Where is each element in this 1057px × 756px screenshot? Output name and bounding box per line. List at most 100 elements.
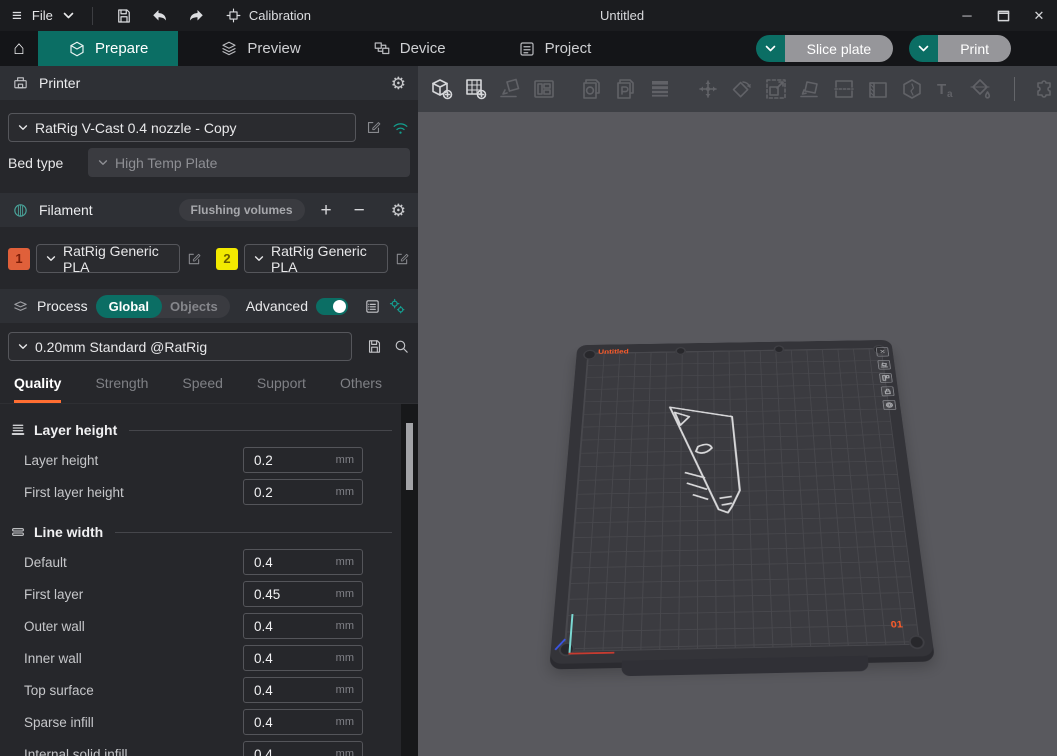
param-unit: mm — [336, 486, 354, 498]
bed-type-dropdown[interactable]: High Temp Plate — [88, 148, 410, 177]
line-width-default-input[interactable]: 0.4 mm — [243, 549, 363, 575]
assembly-view-button[interactable] — [1030, 76, 1057, 103]
slice-plate-button[interactable]: Slice plate — [785, 35, 894, 62]
tab-label: Project — [545, 40, 592, 57]
edit-filament-2-icon[interactable] — [394, 251, 410, 267]
arrange-button[interactable] — [530, 76, 557, 103]
filament-2-badge[interactable]: 2 — [216, 248, 238, 270]
filament-2-dropdown[interactable]: RatRig Generic PLA — [244, 244, 388, 273]
tab-quality[interactable]: Quality — [14, 375, 61, 403]
ratrig-logo-model[interactable] — [659, 400, 765, 522]
minimize-button[interactable]: ─ — [949, 0, 985, 31]
line-width-inner-wall-input[interactable]: 0.4 mm — [243, 645, 363, 671]
svg-text:T: T — [937, 81, 946, 98]
slice-options-dropdown[interactable] — [756, 35, 785, 62]
split-to-objects-icon — [580, 77, 604, 101]
maximize-icon — [997, 10, 1010, 22]
split-to-parts-button[interactable] — [612, 76, 639, 103]
tab-device[interactable]: Device — [343, 31, 476, 66]
tab-strength[interactable]: Strength — [95, 375, 148, 403]
close-button[interactable]: ✕ — [1021, 0, 1057, 31]
redo-button[interactable] — [183, 5, 209, 27]
support-paint-icon — [866, 77, 890, 101]
filament-1-dropdown[interactable]: RatRig Generic PLA — [36, 244, 180, 273]
chevron-down-icon[interactable] — [63, 12, 74, 19]
edit-filament-1-icon[interactable] — [186, 251, 202, 267]
menu-icon[interactable]: ≡ — [12, 7, 22, 24]
line-width-top-surface-input[interactable]: 0.4 mm — [243, 677, 363, 703]
param-label: First layer — [0, 587, 243, 602]
split-to-objects-button[interactable] — [578, 76, 605, 103]
save-button[interactable] — [111, 5, 137, 27]
scale-button[interactable] — [762, 76, 789, 103]
tab-preview[interactable]: Preview — [190, 31, 330, 66]
printer-preset-value: RatRig V-Cast 0.4 nozzle - Copy — [35, 120, 237, 136]
lock-plate-icon[interactable] — [881, 386, 895, 396]
preset-list-icon[interactable] — [364, 298, 381, 315]
flatten-button[interactable] — [796, 76, 823, 103]
line-width-outer-wall-input[interactable]: 0.4 mm — [243, 613, 363, 639]
home-button[interactable]: ⌂ — [0, 31, 38, 66]
color-paint-button[interactable] — [966, 76, 993, 103]
add-filament-button[interactable]: + — [315, 201, 338, 220]
remove-filament-button[interactable]: − — [348, 201, 371, 220]
line-width-internal-solid-infill-input[interactable]: 0.4 mm — [243, 741, 363, 756]
maximize-button[interactable] — [985, 0, 1021, 31]
search-settings-icon[interactable] — [393, 338, 410, 355]
edit-printer-icon[interactable] — [365, 119, 382, 136]
add-button[interactable] — [428, 76, 455, 103]
tab-project[interactable]: Project — [488, 31, 622, 66]
assembly-view-icon — [1032, 77, 1056, 101]
first-layer-height-input[interactable]: 0.2 mm — [243, 479, 363, 505]
printer-section-header: Printer ⚙ — [0, 66, 418, 100]
print-options-dropdown[interactable] — [909, 35, 938, 62]
scope-objects-button[interactable]: Objects — [162, 295, 230, 318]
move-button[interactable] — [694, 76, 721, 103]
redo-icon — [187, 8, 205, 24]
flushing-volumes-button[interactable]: Flushing volumes — [179, 199, 305, 221]
delete-plate-icon[interactable]: ✕ — [876, 347, 889, 356]
tab-prepare[interactable]: Prepare — [38, 31, 178, 66]
process-icon — [12, 298, 29, 315]
file-menu[interactable]: File — [32, 8, 53, 23]
arrange-plate-icon[interactable] — [879, 373, 893, 383]
advanced-toggle[interactable] — [316, 298, 348, 315]
print-button[interactable]: Print — [938, 35, 1011, 62]
printer-settings-gear-icon[interactable]: ⚙ — [391, 75, 406, 92]
scrollbar-thumb[interactable] — [406, 423, 413, 490]
printer-preset-dropdown[interactable]: RatRig V-Cast 0.4 nozzle - Copy — [8, 113, 356, 142]
variable-layer-height-button[interactable] — [646, 76, 673, 103]
support-paint-button[interactable] — [864, 76, 891, 103]
line-width-first-layer-input[interactable]: 0.45 mm — [243, 581, 363, 607]
cut-button[interactable] — [830, 76, 857, 103]
plate-name-label: Untitled — [598, 348, 629, 355]
scene-3d[interactable]: Untitled 01 ✕ — [418, 112, 1057, 756]
tab-others[interactable]: Others — [340, 375, 382, 403]
save-preset-icon[interactable] — [366, 338, 383, 355]
tab-support[interactable]: Support — [257, 375, 306, 403]
auto-orient-button[interactable] — [496, 76, 523, 103]
text-button[interactable]: Ta — [932, 76, 959, 103]
build-plate[interactable]: Untitled 01 ✕ — [550, 340, 935, 664]
add-plate-button[interactable] — [462, 76, 489, 103]
wifi-connection-icon[interactable] — [391, 120, 410, 135]
filament-settings-gear-icon[interactable]: ⚙ — [391, 202, 406, 219]
calibration-button[interactable]: Calibration — [225, 7, 311, 24]
filament-icon — [12, 202, 29, 219]
layer-height-input[interactable]: 0.2 mm — [243, 447, 363, 473]
param-unit: mm — [336, 588, 354, 600]
line-width-sparse-infill-input[interactable]: 0.4 mm — [243, 709, 363, 735]
compare-presets-icon[interactable] — [389, 298, 406, 315]
scrollbar[interactable] — [401, 404, 418, 756]
rotate-button[interactable] — [728, 76, 755, 103]
axis-z — [568, 614, 573, 654]
scope-global-button[interactable]: Global — [96, 295, 162, 318]
process-preset-dropdown[interactable]: 0.20mm Standard @RatRig — [8, 332, 352, 361]
orient-plate-icon[interactable] — [877, 360, 891, 370]
undo-button[interactable] — [147, 5, 173, 27]
filament-1-badge[interactable]: 1 — [8, 248, 30, 270]
mesh-boolean-button[interactable] — [898, 76, 925, 103]
tab-speed[interactable]: Speed — [182, 375, 222, 403]
plate-settings-icon[interactable] — [882, 400, 896, 410]
main-tabbar: ⌂ Prepare Preview Device Project Slice p… — [0, 31, 1057, 66]
